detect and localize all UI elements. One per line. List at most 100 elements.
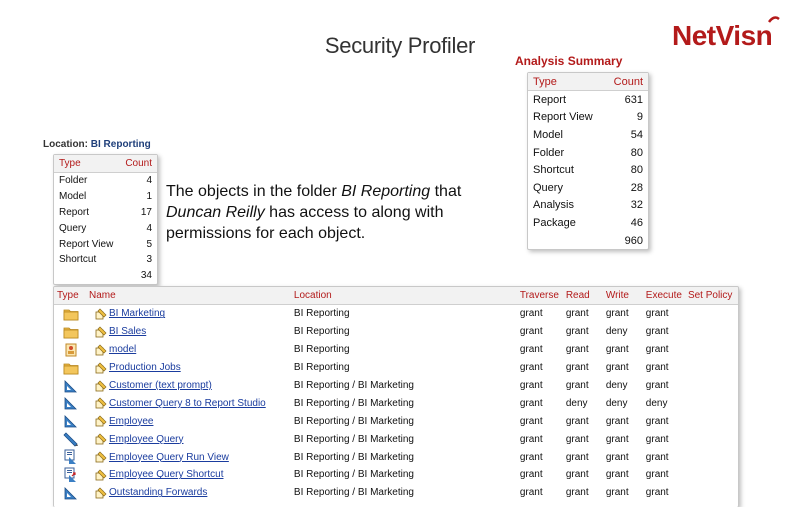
row-type: Query [533, 181, 563, 194]
write-cell: grant [605, 308, 629, 320]
read-cell: grant [565, 469, 589, 481]
execute-cell: grant [645, 487, 669, 499]
execute-cell: grant [645, 344, 669, 356]
table-row[interactable]: Employee Query Shortcut BI Reporting / BI… [54, 466, 738, 484]
analysis-summary-title: Analysis Summary [515, 54, 623, 68]
name-wrapper: model [89, 344, 288, 356]
type-cell [54, 466, 86, 484]
column-header-execute[interactable]: Execute [642, 287, 685, 305]
table-row[interactable]: Employee Query BI Reporting / BI Marketin… [54, 430, 738, 448]
object-link[interactable]: Production Jobs [109, 362, 181, 373]
row-type: Shortcut [533, 164, 574, 177]
table-row[interactable]: model BI Reporting grant grant grant grant [54, 341, 738, 359]
row-type: Query [59, 222, 87, 234]
location-value: BI Reporting [90, 139, 151, 150]
traverse-cell: grant [519, 397, 543, 409]
set-policy-cell [685, 466, 738, 484]
column-header-read[interactable]: Read [562, 287, 603, 305]
properties-icon[interactable] [95, 469, 107, 481]
name-wrapper: BI Marketing [89, 308, 288, 320]
total-spacer [54, 268, 120, 284]
object-link[interactable]: BI Marketing [109, 308, 165, 319]
logo-swoosh-icon [768, 16, 780, 23]
traverse-cell: grant [519, 487, 543, 499]
summary-row: Shortcut 80 [528, 161, 648, 179]
object-link[interactable]: model [109, 344, 136, 355]
object-link[interactable]: Outstanding Forwards [109, 487, 207, 498]
type-cell [54, 430, 86, 448]
properties-icon[interactable] [95, 397, 107, 409]
row-type: Model [533, 128, 563, 141]
properties-icon[interactable] [95, 362, 107, 374]
summary-row: Report View 9 [528, 109, 648, 127]
object-link[interactable]: Customer (text prompt) [109, 380, 212, 391]
write-cell: grant [605, 469, 629, 481]
table-row[interactable]: Employee Query Run View BI Reporting / BI… [54, 448, 738, 466]
pencil-icon [63, 431, 79, 447]
row-count: 17 [140, 206, 152, 218]
summary-row: Folder 4 [54, 173, 157, 189]
properties-icon[interactable] [95, 308, 107, 320]
location-label: Location: [43, 139, 88, 150]
table-row[interactable]: BI Marketing BI Reporting grant grant grant g… [54, 305, 738, 323]
table-row[interactable]: Customer (text prompt) BI Reporting / BI … [54, 377, 738, 395]
row-type: Report [59, 206, 90, 218]
name-wrapper: Customer (text prompt) [89, 380, 288, 392]
properties-icon[interactable] [95, 415, 107, 427]
set-policy-cell [685, 323, 738, 341]
properties-icon[interactable] [95, 344, 107, 356]
row-type: Folder [59, 175, 88, 187]
object-link[interactable]: Employee Query Shortcut [109, 469, 224, 480]
table-row[interactable]: Production Jobs BI Reporting grant grant gra… [54, 359, 738, 377]
name-wrapper: Employee Query [89, 433, 288, 445]
summary-row: Report 17 [54, 205, 157, 221]
type-cell [54, 305, 86, 323]
properties-icon[interactable] [95, 451, 107, 463]
column-header-set-policy[interactable]: Set Policy [684, 287, 738, 305]
summary-row: Query 4 [54, 220, 157, 236]
table-row[interactable]: Outstanding Forwards BI Reporting / BI Ma… [54, 484, 738, 502]
column-header-write[interactable]: Write [602, 287, 643, 305]
total-spacer [528, 232, 605, 250]
object-link[interactable]: Employee Query Run View [109, 452, 229, 463]
row-count: 80 [630, 164, 643, 177]
location-summary-panel: Type Count Folder 4 Model 1 Report 17 Query 4 Re… [53, 154, 158, 285]
write-cell: deny [605, 326, 628, 338]
properties-icon[interactable] [95, 487, 107, 499]
netvisn-logo: NetVisn [672, 16, 780, 52]
query-icon [63, 485, 79, 501]
execute-cell: grant [645, 326, 669, 338]
name-wrapper: Outstanding Forwards [89, 487, 288, 499]
report-shortcut-icon [63, 467, 79, 483]
column-header-location[interactable]: Location [290, 287, 517, 305]
table-row[interactable]: Customer Query 8 to Report Studio BI Repo… [54, 394, 738, 412]
table-row[interactable]: Employee BI Reporting / BI Marketing grant… [54, 412, 738, 430]
type-cell [54, 484, 86, 502]
traverse-cell: grant [519, 362, 543, 374]
properties-icon[interactable] [95, 326, 107, 338]
properties-icon[interactable] [95, 380, 107, 392]
location-cell: BI Reporting / BI Marketing [293, 415, 414, 427]
object-link[interactable]: BI Sales [109, 326, 146, 337]
folder-icon [63, 306, 79, 322]
table-row[interactable]: BI Sales BI Reporting grant grant deny grant [54, 323, 738, 341]
description-user: Duncan Reilly [166, 204, 265, 221]
column-header-name[interactable]: Name [85, 287, 291, 305]
column-header-traverse[interactable]: Traverse [516, 287, 563, 305]
object-link[interactable]: Customer Query 8 to Report Studio [109, 398, 266, 409]
write-cell: grant [605, 487, 629, 499]
analysis-summary-rows: Report 631 Report View 9 Model 54 Folder 80 Shor… [528, 91, 648, 250]
location-cell: BI Reporting [293, 362, 350, 374]
object-link[interactable]: Employee Query [109, 434, 183, 445]
row-type: Model [59, 191, 87, 203]
summary-row: Model 1 [54, 189, 157, 205]
description-part: that [430, 183, 462, 200]
logo-text: NetVisn [672, 20, 773, 51]
query-icon [63, 413, 79, 429]
summary-total-row: 960 [528, 232, 648, 250]
properties-icon[interactable] [95, 433, 107, 445]
object-link[interactable]: Employee [109, 416, 153, 427]
row-count: 54 [630, 128, 643, 141]
summary-row: Package 46 [528, 214, 648, 232]
location-summary-rows: Folder 4 Model 1 Report 17 Query 4 Report View 5 S… [54, 173, 157, 284]
